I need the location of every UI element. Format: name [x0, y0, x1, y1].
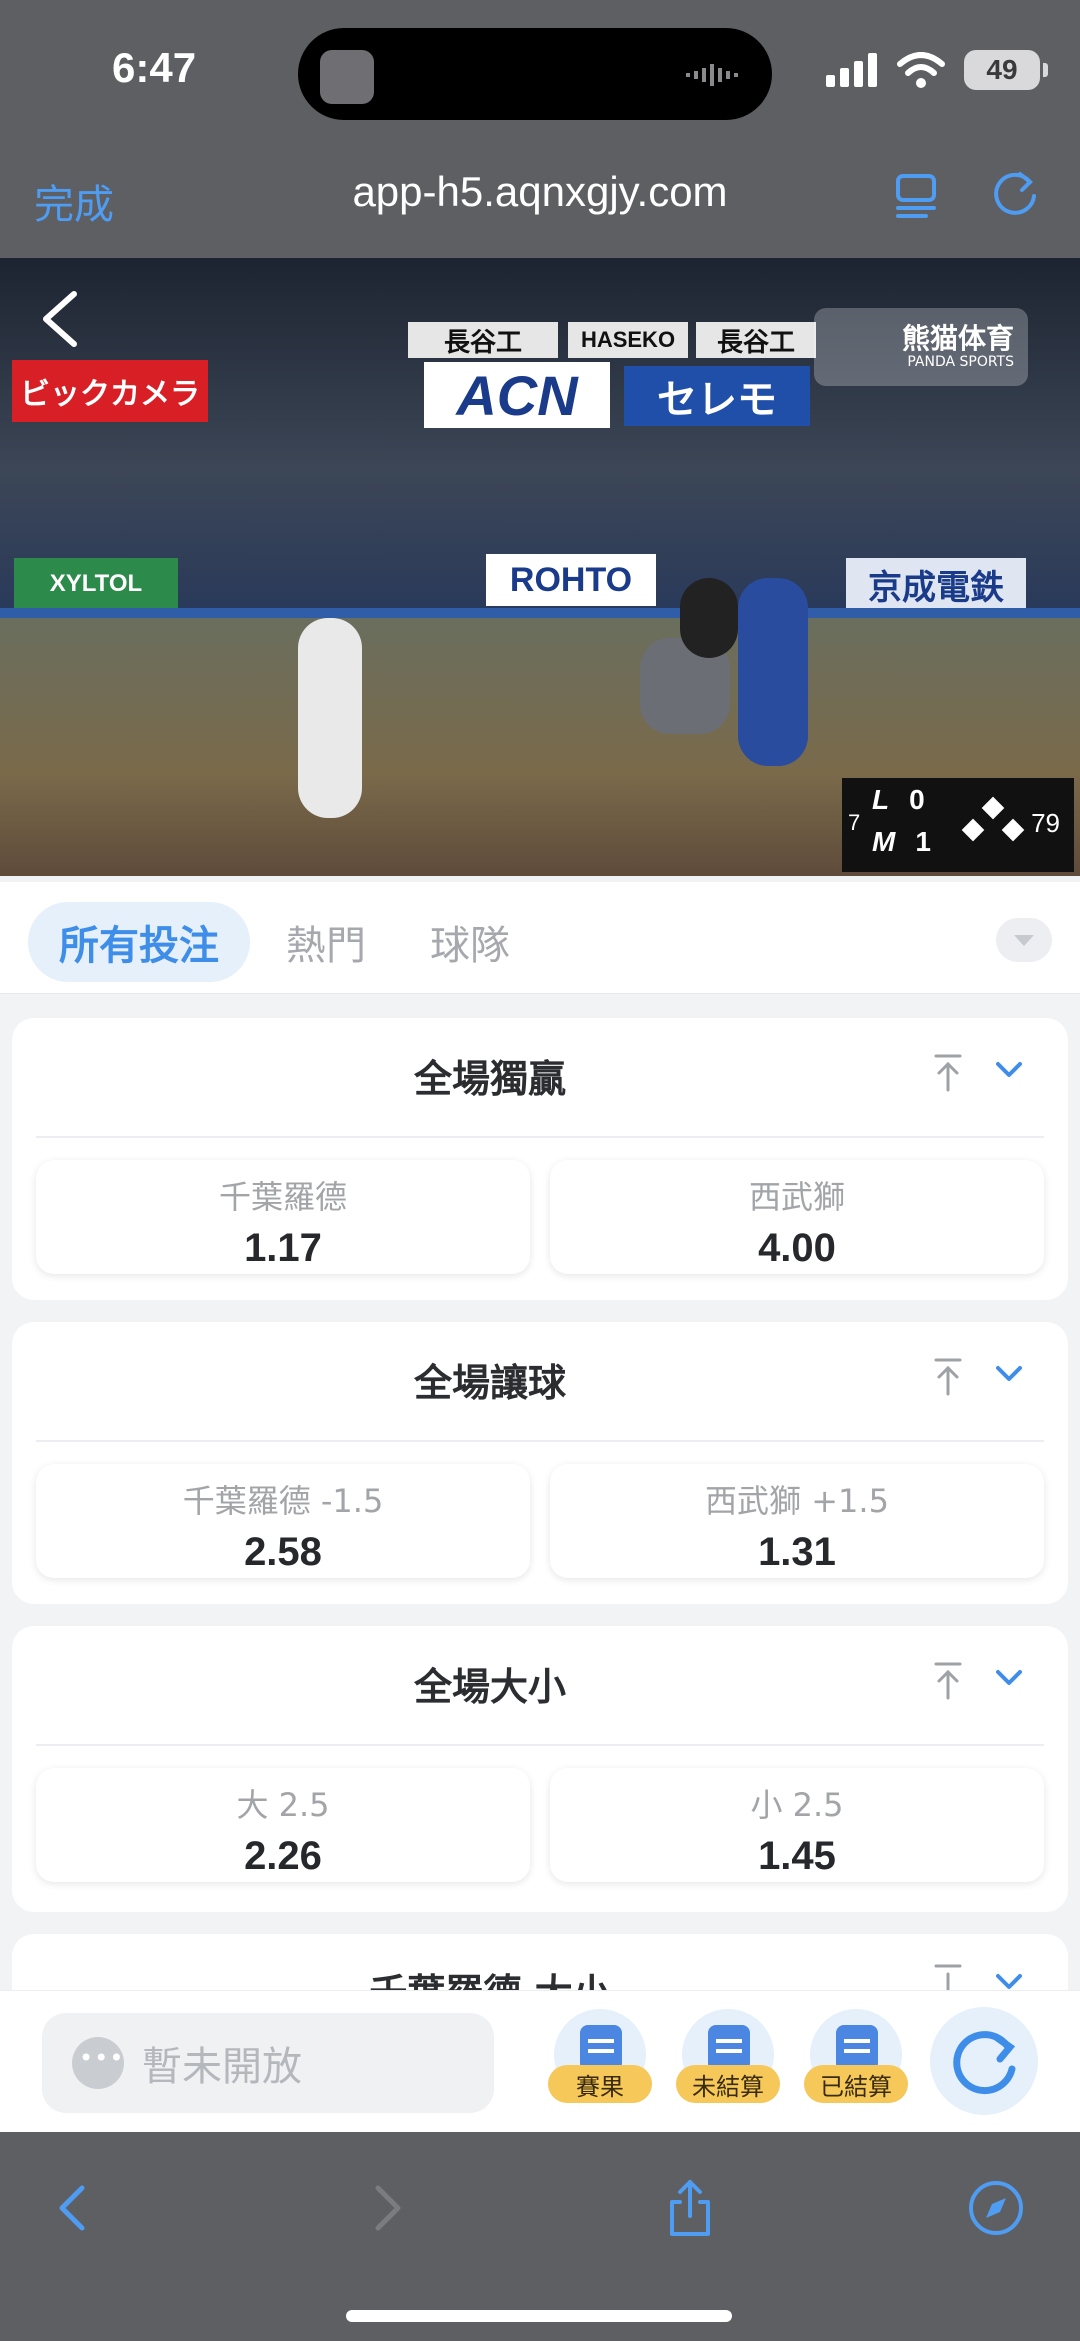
market-title: 全場讓球: [413, 1361, 566, 1405]
market-title: 全場獨贏: [413, 1057, 566, 1101]
option-odds: 1.31: [758, 1530, 836, 1574]
bases-diamond-icon: [961, 796, 1025, 842]
reader-view-icon[interactable]: [892, 170, 940, 218]
collapse-chevron-icon[interactable]: [992, 1058, 1026, 1082]
status-time: 6:47: [112, 44, 197, 91]
logo-subtext: PANDA SPORTS: [907, 353, 1014, 370]
option-label: 千葉羅德 -1.5: [182, 1482, 384, 1520]
chat-input[interactable]: 暫未開放: [42, 2013, 494, 2113]
scoreboard-overlay: 7 L 0 M 1 79: [842, 778, 1074, 872]
option-odds: 1.17: [244, 1226, 322, 1270]
market-card: 全場大小 大 2.5 2.26 小 2.5 1.45: [12, 1626, 1068, 1912]
odds-button[interactable]: 小 2.5 1.45: [550, 1768, 1044, 1882]
tab-popular[interactable]: 熱門: [286, 902, 366, 982]
browser-header: 6:47 49 完成 app-h5.aqnxgjy.com: [0, 0, 1080, 258]
status-icons: 49: [826, 50, 1048, 90]
pitcher: [298, 618, 362, 818]
team-code: L: [872, 784, 890, 815]
odds-button[interactable]: 西武獅 +1.5 1.31: [550, 1464, 1044, 1578]
refresh-icon: [953, 2031, 1016, 2095]
market-card: 全場讓球 千葉羅德 -1.5 2.58 西武獅 +1.5 1.31: [12, 1322, 1068, 1604]
signal-icon: [826, 53, 877, 87]
score-row-away: L 0: [872, 784, 925, 816]
forward-icon: [375, 2185, 401, 2231]
dynamic-island: [298, 28, 772, 120]
battery-icon: 49: [964, 50, 1048, 90]
compass-icon[interactable]: [966, 2178, 1026, 2238]
option-odds: 1.45: [758, 1834, 836, 1878]
odds-button[interactable]: 千葉羅德 1.17: [36, 1160, 530, 1274]
pitch-count: 79: [1031, 808, 1060, 838]
back-icon[interactable]: [44, 2178, 104, 2238]
option-label: 西武獅: [748, 1178, 845, 1216]
odds-button[interactable]: 千葉羅德 -1.5 2.58: [36, 1464, 530, 1578]
collapse-chevron-icon[interactable]: [992, 1666, 1026, 1690]
reload-icon[interactable]: [990, 168, 1040, 218]
ad-banner: XYLTOL: [14, 558, 178, 610]
button-label: 賽果: [548, 2065, 652, 2103]
option-label: 西武獅 +1.5: [705, 1482, 889, 1520]
panda-sports-logo: 熊猫体育 PANDA SPORTS: [814, 308, 1028, 386]
results-button[interactable]: 賽果: [548, 2009, 652, 2113]
pin-to-top-icon[interactable]: [930, 1356, 966, 1396]
share-icon[interactable]: [660, 2178, 720, 2238]
ad-banner: ROHTO: [486, 554, 656, 606]
video-back-icon[interactable]: [34, 288, 84, 350]
option-label: 千葉羅德: [218, 1178, 347, 1216]
ad-banner: セレモ: [624, 366, 810, 426]
pin-to-top-icon[interactable]: [930, 1660, 966, 1700]
market-card: 全場獨贏 千葉羅德 1.17 西武獅 4.00: [12, 1018, 1068, 1300]
score-row-home: M 1: [872, 826, 931, 858]
option-odds: 2.26: [244, 1834, 322, 1878]
team-code: M: [872, 826, 896, 857]
ad-banner: 京成電鉄: [846, 558, 1026, 610]
ad-banner: ビックカメラ: [12, 360, 208, 422]
unsettled-button[interactable]: 未結算: [676, 2009, 780, 2113]
divider: [36, 1136, 1044, 1138]
divider: [36, 1744, 1044, 1746]
tabs-dropdown-toggle[interactable]: [996, 918, 1052, 962]
logo-text: 熊猫体育: [901, 321, 1014, 355]
speaker-icon: [320, 50, 374, 104]
ad-banner: ACN: [424, 362, 610, 428]
market-title: 全場大小: [413, 1665, 566, 1709]
batter: [738, 578, 808, 766]
option-odds: 2.58: [244, 1530, 322, 1574]
settled-button[interactable]: 已結算: [804, 2009, 908, 2113]
ad-banner: 長谷工: [408, 322, 558, 358]
umpire: [680, 578, 738, 658]
option-odds: 4.00: [758, 1226, 836, 1270]
wifi-icon: [897, 52, 945, 88]
ad-banner: 長谷工: [696, 322, 816, 358]
team-score: 0: [909, 784, 925, 815]
button-label: 已結算: [804, 2065, 908, 2103]
divider: [36, 1440, 1044, 1442]
odds-button[interactable]: 西武獅 4.00: [550, 1160, 1044, 1274]
chat-placeholder: 暫未開放: [142, 2044, 302, 2090]
bottom-action-bar: 暫未開放 賽果 未結算 已結算: [0, 1990, 1080, 2132]
chevron-down-icon: [1014, 935, 1034, 946]
inning-number: 7: [848, 810, 861, 835]
pin-to-top-icon[interactable]: [930, 1052, 966, 1092]
odds-button[interactable]: 大 2.5 2.26: [36, 1768, 530, 1882]
home-indicator: [346, 2310, 732, 2322]
team-score: 1: [915, 826, 931, 857]
option-label: 大 2.5: [236, 1786, 330, 1824]
button-label: 未結算: [676, 2065, 780, 2103]
live-video-player[interactable]: ビックカメラ ACN セレモ ROHTO 京成電鉄 長谷工 HASEKO 長谷工…: [0, 258, 1080, 876]
ad-banner: HASEKO: [568, 322, 688, 358]
collapse-chevron-icon[interactable]: [992, 1362, 1026, 1386]
audio-wave-icon: [686, 64, 738, 86]
option-label: 小 2.5: [750, 1786, 844, 1824]
market-tabs: 所有投注 熱門 球隊: [0, 882, 1080, 994]
tab-teams[interactable]: 球隊: [430, 902, 510, 982]
chat-bubble-icon: [72, 2037, 124, 2089]
refresh-button[interactable]: [930, 2007, 1038, 2115]
tab-all-bets[interactable]: 所有投注: [28, 902, 250, 982]
